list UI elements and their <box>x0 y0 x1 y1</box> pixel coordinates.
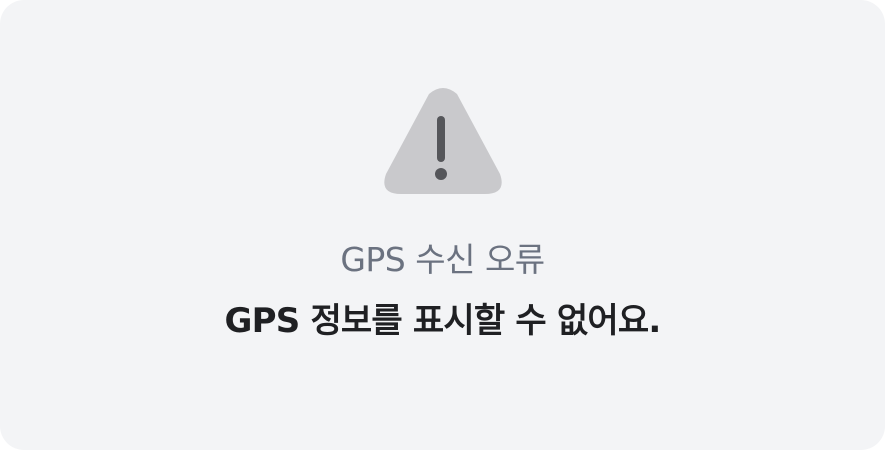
warning-triangle-icon <box>381 86 505 196</box>
gps-error-card: GPS 수신 오류 GPS 정보를 표시할 수 없어요. <box>0 0 885 450</box>
error-message: GPS 정보를 표시할 수 없어요. <box>224 301 662 341</box>
error-title: GPS 수신 오류 <box>340 240 545 279</box>
